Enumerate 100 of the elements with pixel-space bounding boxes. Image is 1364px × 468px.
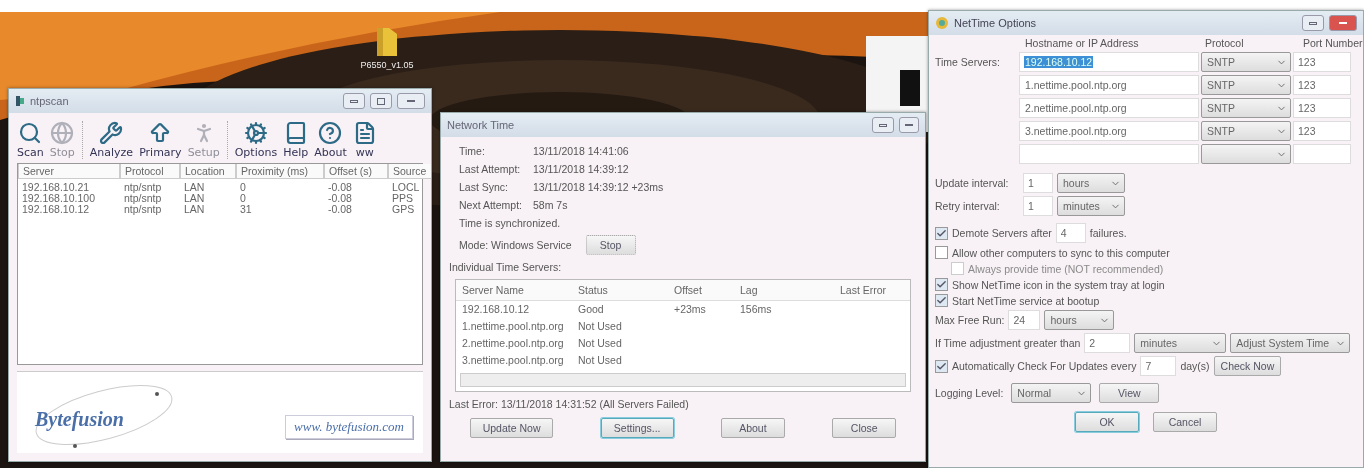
protocol-dropdown[interactable]: SNTP <box>1201 98 1291 118</box>
checkbox[interactable] <box>935 294 948 307</box>
checkbox-label: Demote Servers after <box>952 227 1052 239</box>
protocol-dropdown[interactable]: SNTP <box>1201 52 1291 72</box>
number-field[interactable]: 24 <box>1008 310 1041 330</box>
field-label: Max Free Run: <box>935 314 1005 326</box>
section-heading: Individual Time Servers: <box>449 261 563 273</box>
dialog-button[interactable]: About <box>720 418 785 438</box>
port-field[interactable]: 123 <box>1293 75 1351 95</box>
checkbox-label: Automatically Check For Updates every <box>952 360 1137 372</box>
unit-dropdown[interactable]: minutes <box>1134 333 1227 353</box>
toolbar-button[interactable]: Scan <box>15 121 46 159</box>
toolbar-button[interactable]: Primary <box>137 121 184 159</box>
port-field[interactable]: 123 <box>1293 121 1351 141</box>
host-field[interactable]: 192.168.10.12 <box>1019 52 1199 72</box>
field-suffix: failures. <box>1089 227 1127 239</box>
toolbar-button[interactable]: Options <box>232 121 280 159</box>
minimize-button[interactable] <box>872 117 894 133</box>
column-header[interactable]: Server <box>18 164 120 179</box>
column-header[interactable]: Source <box>388 164 431 179</box>
website-link[interactable]: www. bytefusion.com <box>285 415 413 439</box>
column-header[interactable]: Status <box>572 280 668 301</box>
checkbox[interactable] <box>935 246 948 259</box>
column-header[interactable]: Lag <box>734 280 834 301</box>
table-cell-text: ntp/sntp <box>123 193 163 204</box>
checkbox-label: Start NetTime service at bootup <box>952 294 1100 307</box>
number-field[interactable]: 2 <box>1084 333 1131 353</box>
host-field[interactable]: 3.nettime.pool.ntp.org <box>1019 121 1199 141</box>
checkbox-label: Allow other computers to sync to this computer <box>952 246 1170 259</box>
toolbar-button[interactable]: Help <box>281 121 311 159</box>
minimize-button[interactable] <box>1302 15 1324 31</box>
table-cell-text: 0 <box>239 180 247 193</box>
column-header[interactable]: Server Name <box>456 280 572 301</box>
dialog-button[interactable]: Cancel <box>1153 412 1217 432</box>
horizontal-scrollbar[interactable] <box>460 373 906 387</box>
table-cell-text: 156ms <box>739 302 773 317</box>
host-field[interactable]: 1.nettime.pool.ntp.org <box>1019 75 1199 95</box>
minimize-button[interactable] <box>343 93 365 109</box>
field-suffix: day(s) <box>1180 360 1210 372</box>
unit-dropdown[interactable]: hours <box>1044 310 1115 330</box>
desktop-icon-label: P6550_v1.05 <box>360 60 414 70</box>
view-button[interactable]: View <box>1099 383 1160 403</box>
column-header[interactable]: Offset (s) <box>324 164 388 179</box>
window-title: ntpscan <box>30 95 70 107</box>
checkbox[interactable] <box>935 226 948 240</box>
maximize-button[interactable] <box>370 93 392 109</box>
number-field[interactable]: 1 <box>1023 196 1053 216</box>
number-field[interactable]: 1 <box>1023 173 1053 193</box>
protocol-dropdown[interactable]: SNTP <box>1201 75 1291 95</box>
host-field[interactable]: 2.nettime.pool.ntp.org <box>1019 98 1199 118</box>
table-cell-text: Not Used <box>577 319 623 334</box>
column-header[interactable]: Protocol <box>120 164 180 179</box>
last-error-text: Last Error: 13/11/2018 14:31:52 (All Servers Failed) <box>449 398 690 410</box>
port-field[interactable]: 123 <box>1293 98 1351 118</box>
field-value: 58m 7s <box>533 199 568 211</box>
action-dropdown[interactable]: Adjust System Time <box>1230 333 1351 353</box>
table-cell-text: 192.168.10.21 <box>21 180 91 193</box>
dialog-button[interactable]: Update Now <box>469 418 554 438</box>
toolbar-button[interactable]: About <box>312 121 349 159</box>
table-cell-text: LAN <box>183 180 206 193</box>
number-field[interactable]: 4 <box>1055 223 1086 243</box>
mode-label: Mode: Windows Service <box>459 239 572 251</box>
dialog-button[interactable]: Close <box>832 418 897 438</box>
check-now-button[interactable]: Check Now <box>1213 356 1282 376</box>
table-cell-text: -0.08 <box>327 180 353 193</box>
dialog-button[interactable]: OK <box>1075 412 1139 432</box>
window-title: Network Time <box>447 119 516 131</box>
checkbox[interactable] <box>935 278 948 291</box>
app-icon <box>15 95 25 107</box>
number-field[interactable]: 7 <box>1140 356 1177 376</box>
unit-dropdown[interactable]: minutes <box>1057 196 1125 216</box>
dialog-button[interactable]: Settings... <box>600 418 674 438</box>
protocol-dropdown[interactable]: SNTP <box>1201 121 1291 141</box>
table-cell-text: PPS <box>391 193 414 204</box>
column-header[interactable]: Location <box>180 164 236 179</box>
column-header[interactable]: Offset <box>668 280 734 301</box>
toolbar-button[interactable]: ww <box>350 121 379 159</box>
app-icon <box>935 16 949 30</box>
host-field[interactable] <box>1019 144 1199 164</box>
table-cell-text: 1.nettime.pool.ntp.org <box>461 319 565 334</box>
table-cell-text: ntp/sntp <box>123 180 163 193</box>
checkbox[interactable] <box>935 359 948 373</box>
table-cell-text: 192.168.10.12 <box>21 204 91 215</box>
table-cell-text: 31 <box>239 204 253 215</box>
protocol-dropdown[interactable] <box>1201 144 1291 164</box>
table-cell-text: 0 <box>239 193 247 204</box>
table-cell-text: Not Used <box>577 336 623 351</box>
table-cell-text: -0.08 <box>327 193 353 204</box>
column-header[interactable]: Last Error <box>834 280 910 301</box>
toolbar-button[interactable]: Analyze <box>87 121 136 159</box>
table-cell-text: 192.168.10.100 <box>21 193 96 204</box>
stop-button[interactable]: Stop <box>585 235 636 255</box>
unit-dropdown[interactable]: hours <box>1057 173 1125 193</box>
port-field[interactable] <box>1293 144 1351 164</box>
logging-dropdown[interactable]: Normal <box>1011 383 1092 403</box>
checkbox-label: Show NetTime icon in the system tray at login <box>952 278 1165 291</box>
port-field[interactable]: 123 <box>1293 52 1351 72</box>
field-label: Last Attempt: <box>459 163 522 175</box>
column-header[interactable]: Proximity (ms) <box>236 164 324 179</box>
field-label: If Time adjustment greater than <box>935 337 1081 349</box>
